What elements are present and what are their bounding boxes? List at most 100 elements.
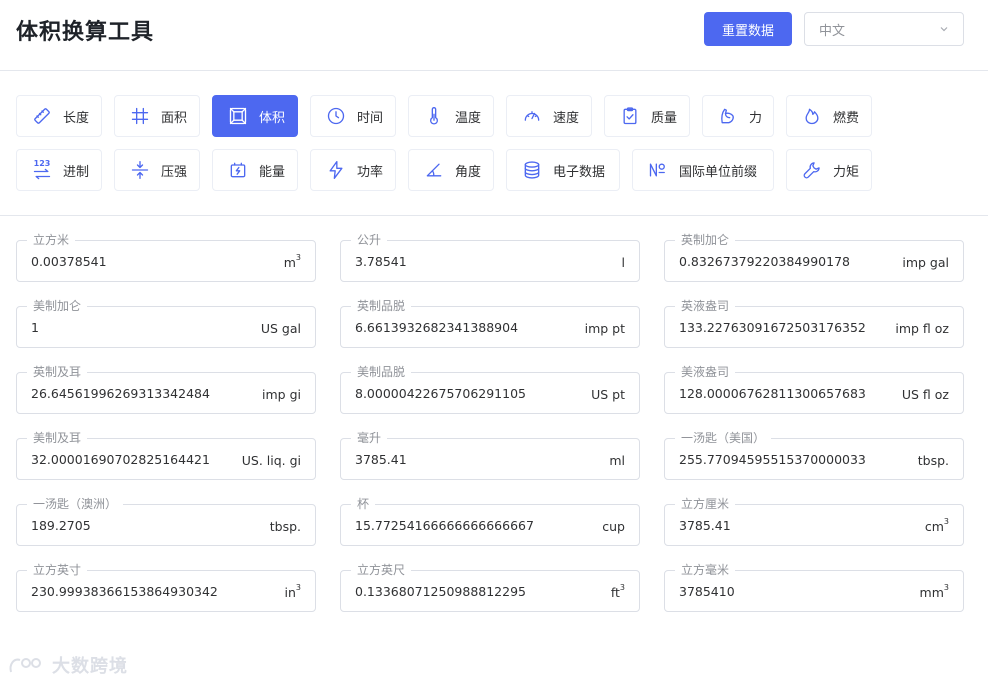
- field-value[interactable]: 32.00001690702825164421: [31, 452, 210, 467]
- tab-base[interactable]: 123 进制: [16, 149, 102, 191]
- tab-temperature[interactable]: 温度: [408, 95, 494, 137]
- field-value[interactable]: 189.2705: [31, 518, 91, 533]
- field-us-gallon[interactable]: 美制加仑 1 US gal: [16, 299, 316, 348]
- field-value[interactable]: 26.64561996269313342484: [31, 386, 210, 401]
- thermometer-icon: [423, 105, 445, 127]
- field-value[interactable]: 3785.41: [679, 518, 731, 533]
- tab-time[interactable]: 时间: [310, 95, 396, 137]
- chevron-down-icon: [939, 24, 949, 34]
- tab-angle[interactable]: 角度: [408, 149, 494, 191]
- field-us-gill[interactable]: 美制及耳 32.00001690702825164421 US. liq. gi: [16, 431, 316, 480]
- angle-icon: [423, 159, 445, 181]
- field-value[interactable]: 0.00378541: [31, 254, 107, 269]
- field-label: 美制及耳: [27, 431, 88, 445]
- tab-force[interactable]: 力: [702, 95, 774, 137]
- tab-torque[interactable]: 力矩: [786, 149, 872, 191]
- database-icon: [521, 159, 543, 181]
- field-unit: tbsp.: [269, 519, 301, 534]
- field-cubic-foot[interactable]: 立方英尺 0.13368071250988812295 ft3: [340, 563, 640, 612]
- tab-label: 质量: [651, 110, 678, 126]
- field-label: 公升: [351, 233, 388, 247]
- field-unit: imp fl oz: [895, 321, 949, 336]
- field-value[interactable]: 230.99938366153864930342: [31, 584, 218, 599]
- field-liter[interactable]: 公升 3.78541 l: [340, 233, 640, 282]
- tab-fuel[interactable]: 燃费: [786, 95, 872, 137]
- watermark-logo-icon: [9, 658, 41, 673]
- tab-mass[interactable]: 质量: [604, 95, 690, 137]
- clock-icon: [325, 105, 347, 127]
- field-value[interactable]: 6.6613932682341388904: [355, 320, 518, 335]
- tab-pressure[interactable]: 压强: [114, 149, 200, 191]
- field-value[interactable]: 128.00006762811300657683: [679, 386, 866, 401]
- field-value[interactable]: 133.22763091672503176352: [679, 320, 866, 335]
- field-imperial-gallon[interactable]: 英制加仑 0.83267379220384990178 imp gal: [664, 233, 964, 282]
- field-label: 英制加仑: [675, 233, 736, 247]
- grid-icon: [129, 105, 151, 127]
- tab-data[interactable]: 电子数据: [506, 149, 620, 191]
- tab-label: 力: [749, 110, 763, 126]
- field-imperial-fluid-ounce[interactable]: 英液盎司 133.22763091672503176352 imp fl oz: [664, 299, 964, 348]
- tab-label: 电子数据: [553, 164, 606, 180]
- field-us-pint[interactable]: 美制品脱 8.00000422675706291105 US pt: [340, 365, 640, 414]
- tab-speed[interactable]: 速度: [506, 95, 592, 137]
- clipboard-check-icon: [619, 105, 641, 127]
- field-cubic-meter[interactable]: 立方米 0.00378541 m3: [16, 233, 316, 282]
- tab-label: 时间: [357, 110, 384, 126]
- flame-icon: [801, 105, 823, 127]
- watermark: 大数跨境: [8, 652, 128, 678]
- field-value[interactable]: 3.78541: [355, 254, 407, 269]
- field-cup[interactable]: 杯 15.77254166666666666667 cup: [340, 497, 640, 546]
- field-tablespoon-au[interactable]: 一汤匙（澳洲） 189.2705 tbsp.: [16, 497, 316, 546]
- tab-energy[interactable]: 能量: [212, 149, 298, 191]
- tab-label: 压强: [161, 164, 188, 180]
- field-label: 立方米: [27, 233, 76, 247]
- field-us-fluid-ounce[interactable]: 美液盎司 128.00006762811300657683 US fl oz: [664, 365, 964, 414]
- field-label: 英液盎司: [675, 299, 736, 313]
- field-value[interactable]: 255.77094595515370000033: [679, 452, 866, 467]
- ruler-icon: [31, 105, 53, 127]
- field-cubic-inch[interactable]: 立方英寸 230.99938366153864930342 in3: [16, 563, 316, 612]
- field-unit: imp pt: [584, 321, 625, 336]
- field-tablespoon-us[interactable]: 一汤匙（美国） 255.77094595515370000033 tbsp.: [664, 431, 964, 480]
- tab-label: 燃费: [833, 110, 860, 126]
- field-value[interactable]: 15.77254166666666666667: [355, 518, 534, 533]
- page-title: 体积换算工具: [16, 20, 155, 45]
- field-unit: ml: [609, 453, 625, 468]
- field-unit: US gal: [260, 321, 301, 336]
- tab-length[interactable]: 长度: [16, 95, 102, 137]
- field-unit: mm3: [919, 583, 949, 600]
- field-cubic-millimeter[interactable]: 立方毫米 3785410 mm3: [664, 563, 964, 612]
- tab-area[interactable]: 面积: [114, 95, 200, 137]
- field-label: 立方英寸: [27, 563, 88, 577]
- arm-icon: [717, 105, 739, 127]
- field-cubic-centimeter[interactable]: 立方厘米 3785.41 cm3: [664, 497, 964, 546]
- tab-label: 长度: [63, 110, 90, 126]
- numero-icon: [647, 159, 669, 181]
- tab-label: 速度: [553, 110, 580, 126]
- field-label: 一汤匙（澳洲）: [27, 497, 124, 511]
- field-value[interactable]: 8.00000422675706291105: [355, 386, 526, 401]
- speedometer-icon: [521, 105, 543, 127]
- field-value[interactable]: 3785410: [679, 584, 735, 599]
- field-imperial-pint[interactable]: 英制品脱 6.6613932682341388904 imp pt: [340, 299, 640, 348]
- field-value[interactable]: 0.83267379220384990178: [679, 254, 850, 269]
- field-label: 一汤匙（美国）: [675, 431, 772, 445]
- field-unit: imp gi: [262, 387, 301, 402]
- compress-icon: [129, 159, 151, 181]
- reset-data-button[interactable]: 重置数据: [704, 12, 792, 46]
- field-label: 英制及耳: [27, 365, 88, 379]
- field-value[interactable]: 1: [31, 320, 39, 335]
- tab-power[interactable]: 功率: [310, 149, 396, 191]
- field-imperial-gill[interactable]: 英制及耳 26.64561996269313342484 imp gi: [16, 365, 316, 414]
- lightning-icon: [325, 159, 347, 181]
- field-value[interactable]: 3785.41: [355, 452, 407, 467]
- watermark-text: 大数跨境: [52, 656, 128, 677]
- tab-volume[interactable]: 体积: [212, 95, 298, 137]
- tab-label: 国际单位前缀: [679, 164, 758, 180]
- field-label: 英制品脱: [351, 299, 412, 313]
- tab-si-prefix[interactable]: 国际单位前缀: [632, 149, 774, 191]
- field-milliliter[interactable]: 毫升 3785.41 ml: [340, 431, 640, 480]
- field-label: 美制加仑: [27, 299, 88, 313]
- language-select[interactable]: 中文: [804, 12, 964, 46]
- field-value[interactable]: 0.13368071250988812295: [355, 584, 526, 599]
